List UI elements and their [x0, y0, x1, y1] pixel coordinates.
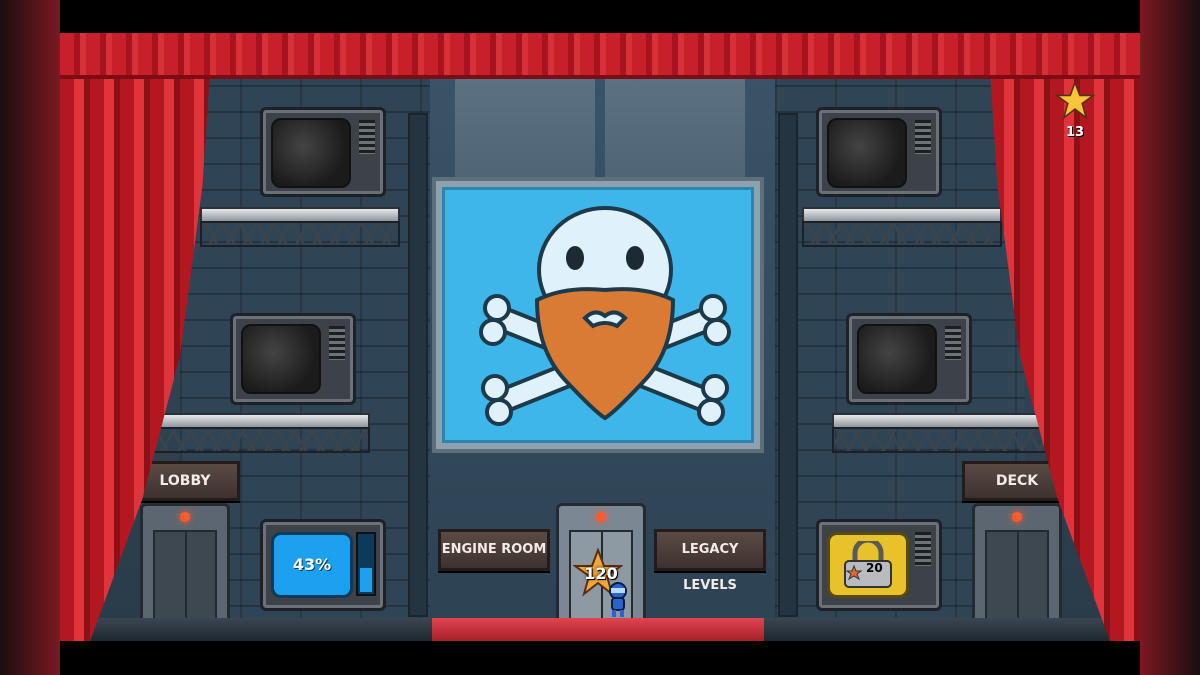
sign-legacy-levels: LEGACY LEVELS	[654, 529, 766, 593]
world-preview-display	[442, 187, 754, 443]
bearded-skull-icon	[479, 206, 731, 426]
level-monitor-locked[interactable]	[230, 313, 356, 405]
right-letterbox	[1140, 0, 1200, 675]
level-monitor-progress[interactable]: 43%	[260, 519, 386, 611]
world-preview-screen	[432, 177, 764, 453]
beard	[534, 287, 676, 421]
monitor-speaker	[329, 326, 345, 360]
game-scene: LOBBY DECK ENGINE ROOM LEGACY LEVELS 120…	[60, 33, 1140, 641]
lock-star-requirement: 20	[866, 561, 883, 575]
progress-percent: 43%	[271, 532, 353, 598]
star-icon	[1055, 81, 1095, 120]
pipe-right	[778, 113, 798, 617]
sign-engine-room: ENGINE ROOM	[438, 529, 550, 571]
locked-screen: 20	[827, 532, 909, 598]
door-star-requirement: 120	[584, 564, 618, 583]
monitor-speaker	[359, 120, 375, 154]
truss	[802, 221, 1002, 247]
truss	[150, 427, 370, 453]
monitor-speaker	[945, 326, 961, 360]
monitor-screen	[827, 118, 907, 188]
progress-bar	[356, 532, 376, 596]
progress-bar-fill	[360, 567, 372, 592]
monitor-speaker	[915, 532, 931, 566]
monitor-screen	[857, 324, 937, 394]
level-monitor-locked[interactable]	[846, 313, 972, 405]
door-light	[596, 512, 606, 522]
left-letterbox	[0, 0, 60, 675]
door-light	[1012, 512, 1022, 522]
truss	[200, 221, 400, 247]
door-panel	[153, 530, 217, 621]
level-monitor-star-locked[interactable]: 20	[816, 519, 942, 611]
monitor-speaker	[915, 120, 931, 154]
curtain-valance	[60, 33, 1140, 79]
level-monitor-locked[interactable]	[816, 107, 942, 197]
monitor-screen	[271, 118, 351, 188]
stage-red-carpet	[432, 618, 764, 641]
mouth	[582, 310, 628, 329]
star-counter: 13	[1050, 77, 1100, 147]
door-deck[interactable]	[972, 503, 1062, 624]
door-light	[180, 512, 190, 522]
door-lobby[interactable]	[140, 503, 230, 624]
door-center-locked[interactable]: 120	[556, 503, 646, 624]
door-panel	[985, 530, 1049, 621]
star-count: 13	[1065, 125, 1085, 140]
player-ninja-character	[609, 582, 627, 617]
monitor-screen	[241, 324, 321, 394]
pipe-left	[408, 113, 428, 617]
truss	[832, 427, 1056, 453]
level-monitor-locked[interactable]	[260, 107, 386, 197]
